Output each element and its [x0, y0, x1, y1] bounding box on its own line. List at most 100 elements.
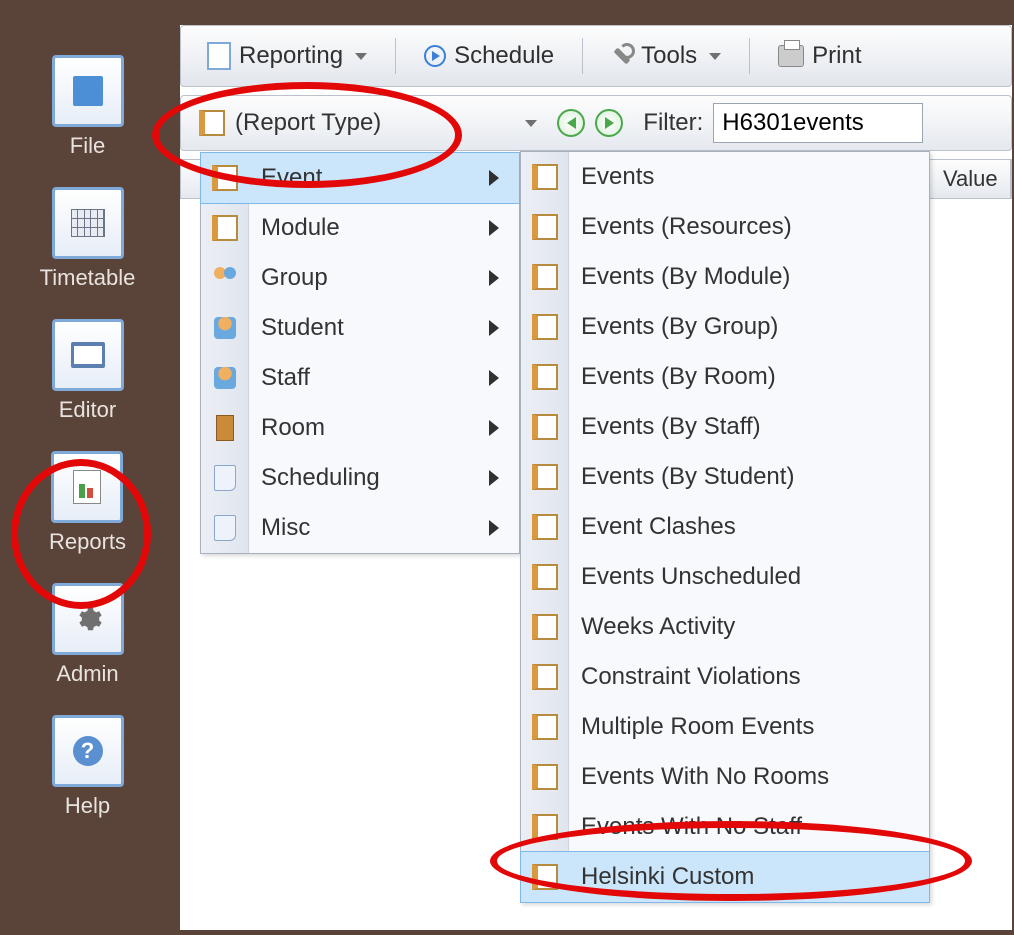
- sidebar-item-timetable[interactable]: Timetable: [40, 187, 136, 291]
- menu-gutter: [521, 352, 569, 402]
- chevron-right-icon: [489, 170, 499, 186]
- module-icon: [212, 215, 238, 241]
- menu-gutter: [201, 153, 249, 203]
- sidebar-item-label: Reports: [49, 529, 126, 555]
- menu-gutter: [521, 302, 569, 352]
- chevron-right-icon: [489, 320, 499, 336]
- submenu-item[interactable]: Events Unscheduled: [521, 552, 929, 602]
- chevron-down-icon: [525, 120, 537, 127]
- chevron-right-icon: [489, 520, 499, 536]
- sidebar-item-file[interactable]: File: [52, 55, 124, 159]
- report-icon: [532, 314, 558, 340]
- submenu-item[interactable]: Events (By Module): [521, 252, 929, 302]
- menu-item-label: Event: [261, 164, 477, 192]
- tools-button[interactable]: Tools: [597, 36, 735, 76]
- chevron-right-icon: [489, 220, 499, 236]
- menu-item-label: Room: [261, 414, 477, 442]
- submenu-item-label: Events Unscheduled: [581, 563, 921, 591]
- submenu-item[interactable]: Multiple Room Events: [521, 702, 929, 752]
- filter-input[interactable]: [713, 103, 923, 143]
- submenu-item-label: Multiple Room Events: [581, 713, 921, 741]
- menu-gutter: [521, 752, 569, 802]
- play-icon: [424, 45, 446, 67]
- menu-item-scheduling[interactable]: Scheduling: [201, 453, 519, 503]
- submenu-item-label: Events (By Group): [581, 313, 921, 341]
- submenu-item-label: Weeks Activity: [581, 613, 921, 641]
- chevron-down-icon: [709, 53, 721, 60]
- chevron-right-icon: [489, 370, 499, 386]
- sidebar-item-help[interactable]: ? Help: [52, 715, 124, 819]
- submenu-item[interactable]: Events (Resources): [521, 202, 929, 252]
- submenu-item[interactable]: Events With No Staff: [521, 802, 929, 852]
- sidebar-item-label: Admin: [56, 661, 118, 687]
- gear-icon: [73, 604, 103, 634]
- sidebar-item-label: Help: [65, 793, 110, 819]
- separator: [749, 38, 750, 74]
- report-icon: [199, 110, 225, 136]
- report-icon: [532, 614, 558, 640]
- menu-item-room[interactable]: Room: [201, 403, 519, 453]
- report-icon: [212, 165, 238, 191]
- report-icon: [207, 42, 231, 70]
- submenu-item[interactable]: Events: [521, 152, 929, 202]
- chevron-right-icon: [489, 270, 499, 286]
- person-icon: [214, 317, 236, 339]
- submenu-item-label: Constraint Violations: [581, 663, 921, 691]
- submenu-item[interactable]: Events (By Student): [521, 452, 929, 502]
- menu-gutter: [521, 852, 569, 902]
- menu-item-staff[interactable]: Staff: [201, 353, 519, 403]
- print-button[interactable]: Print: [764, 36, 875, 76]
- schedule-button[interactable]: Schedule: [410, 36, 568, 76]
- report-type-menu: Event ModuleGroupStudent Staff Room Scheduli…: [200, 152, 520, 554]
- wrench-icon: [611, 45, 633, 67]
- menu-item-event[interactable]: Event: [201, 153, 519, 203]
- submenu-item[interactable]: Event Clashes: [521, 502, 929, 552]
- scroll-icon: [214, 465, 236, 491]
- report-type-dropdown[interactable]: (Report Type): [189, 102, 547, 144]
- report-icon: [532, 164, 558, 190]
- submenu-item[interactable]: Constraint Violations: [521, 652, 929, 702]
- report-icon: [532, 864, 558, 890]
- submenu-item[interactable]: Events (By Staff): [521, 402, 929, 452]
- submenu-item-label: Events (By Room): [581, 363, 921, 391]
- menu-gutter: [201, 503, 249, 553]
- submenu-item[interactable]: Events (By Group): [521, 302, 929, 352]
- menu-item-label: Staff: [261, 364, 477, 392]
- menu-item-label: Scheduling: [261, 464, 477, 492]
- sidebar-item-editor[interactable]: Editor: [52, 319, 124, 423]
- help-icon: ?: [52, 715, 124, 787]
- submenu-item[interactable]: Weeks Activity: [521, 602, 929, 652]
- column-header-value[interactable]: Value: [931, 160, 1011, 198]
- submenu-item[interactable]: Helsinki Custom: [521, 852, 929, 902]
- sidebar-item-label: Timetable: [40, 265, 136, 291]
- submenu-item[interactable]: Events (By Room): [521, 352, 929, 402]
- menu-gutter: [521, 202, 569, 252]
- event-submenu: EventsEvents (Resources) Events (By Modul…: [520, 151, 930, 903]
- sidebar-item-label: File: [70, 133, 105, 159]
- menu-gutter: [521, 402, 569, 452]
- menu-gutter: [521, 552, 569, 602]
- menu-item-misc[interactable]: Misc: [201, 503, 519, 553]
- separator: [395, 38, 396, 74]
- report-icon: [532, 414, 558, 440]
- submenu-item-label: Events (By Module): [581, 263, 921, 291]
- chevron-down-icon: [355, 53, 367, 60]
- submenu-item-label: Events (By Student): [581, 463, 921, 491]
- submenu-item[interactable]: Events With No Rooms: [521, 752, 929, 802]
- nav-back-button[interactable]: [557, 109, 585, 137]
- sidebar-item-admin[interactable]: Admin: [52, 583, 124, 687]
- menu-item-module[interactable]: Module: [201, 203, 519, 253]
- reporting-button[interactable]: Reporting: [193, 36, 381, 76]
- menu-item-group[interactable]: Group: [201, 253, 519, 303]
- sidebar-item-reports[interactable]: Reports: [49, 451, 126, 555]
- nav-forward-button[interactable]: [595, 109, 623, 137]
- button-label: Print: [812, 42, 861, 70]
- submenu-item-label: Helsinki Custom: [581, 863, 921, 891]
- menu-gutter: [201, 253, 249, 303]
- report-icon: [532, 714, 558, 740]
- menu-item-student[interactable]: Student: [201, 303, 519, 353]
- button-label: Schedule: [454, 42, 554, 70]
- separator: [582, 38, 583, 74]
- timetable-icon: [52, 187, 124, 259]
- report-icon: [532, 264, 558, 290]
